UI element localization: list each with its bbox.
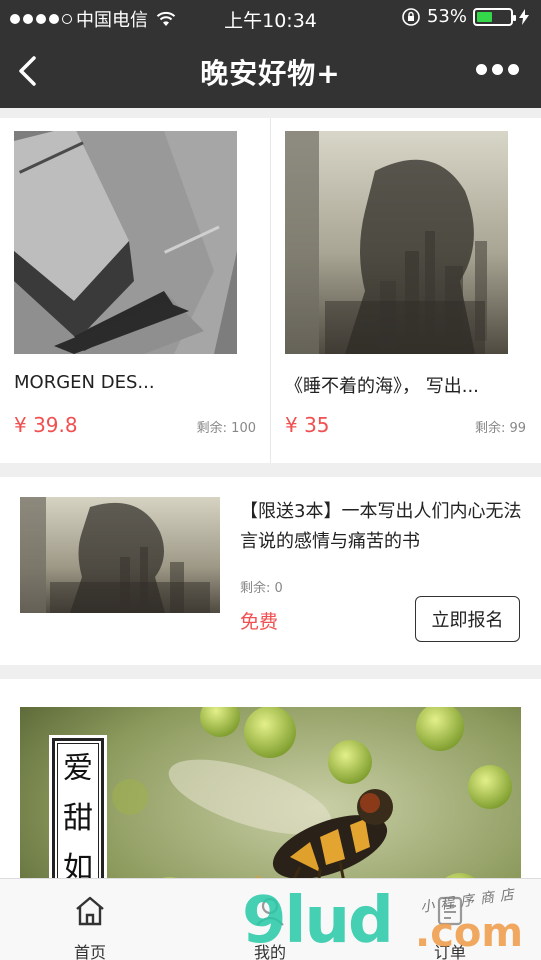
battery-icon — [473, 7, 516, 26]
product-price: ¥ 35 — [285, 413, 330, 437]
more-dots-icon[interactable] — [476, 64, 519, 75]
product-card[interactable]: MORGEN DES... ¥ 39.8 剩余: 100 — [0, 118, 270, 463]
status-bar: 中国电信 上午10:34 53% — [0, 0, 541, 34]
product-stock: 剩余: 99 — [474, 421, 526, 436]
charging-bolt-icon — [519, 8, 529, 25]
product-card[interactable]: 《睡不着的海》， 写出... ¥ 35 剩余: 99 — [270, 118, 540, 463]
city-silhouette-photo — [285, 131, 508, 354]
user-icon — [256, 897, 284, 926]
signup-button[interactable]: 立即报名 — [415, 596, 520, 642]
tab-label: 首页 — [73, 943, 106, 960]
product-title: 《睡不着的海》， 写出... — [285, 376, 479, 397]
status-right: 53% — [401, 6, 529, 27]
product-title: MORGEN DES... — [14, 372, 155, 393]
promo-price: 免费 — [240, 611, 279, 633]
promo-card[interactable]: 【限送3本】一本写出人们内心无法言说的感情与痛苦的书 剩余: 0 免费 立即报名 — [0, 477, 541, 665]
orientation-lock-icon — [402, 7, 420, 26]
product-grid: MORGEN DES... ¥ 39.8 剩余: 100 《睡不着的海》， 写出… — [0, 118, 541, 463]
home-icon — [76, 896, 104, 926]
nav-bar: 晚安好物+ — [0, 34, 541, 108]
product-stock: 剩余: 100 — [196, 421, 256, 436]
tab-home[interactable]: 首页 — [0, 879, 180, 960]
page-title: 晚安好物+ — [200, 57, 341, 90]
notebooks-photo — [14, 131, 237, 354]
tab-label: 我的 — [253, 943, 286, 960]
product-price: ¥ 39.8 — [14, 413, 78, 437]
tab-orders[interactable]: 订单 — [360, 879, 540, 960]
battery-percent: 53% — [426, 6, 467, 27]
city-silhouette-photo — [20, 497, 220, 613]
tab-label: 订单 — [433, 943, 466, 960]
battery-fill — [477, 11, 493, 22]
order-icon — [437, 896, 463, 926]
promo-title: 【限送3本】一本写出人们内心无法言说的感情与痛苦的书 — [240, 501, 522, 552]
tab-bar: 首页 我的 订单 — [0, 878, 541, 960]
app-page: 中国电信 上午10:34 53% 晚安好物+ MORGEN DES... ¥ 3… — [0, 0, 541, 960]
promo-stock: 剩余: 0 — [240, 581, 283, 596]
tab-mine[interactable]: 我的 — [180, 879, 360, 960]
